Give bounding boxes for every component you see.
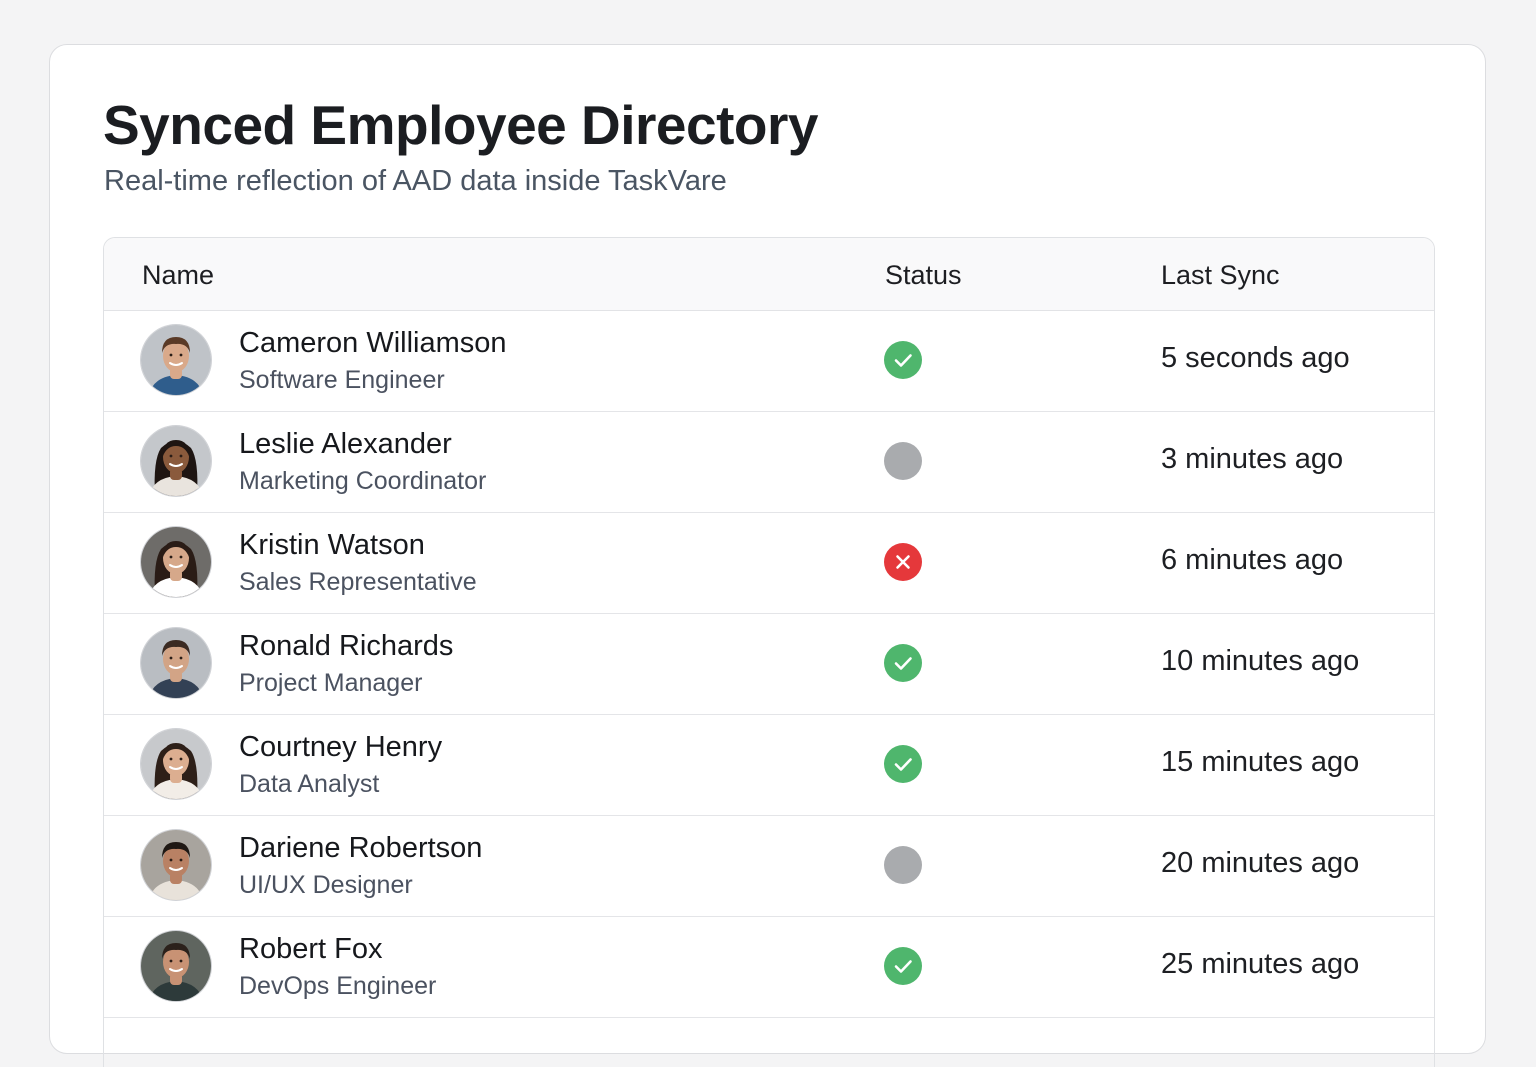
employee-table: Name Status Last Sync Cameron Williamson… — [103, 237, 1435, 1067]
last-sync-time: 15 minutes ago — [1161, 746, 1360, 778]
employee-name[interactable]: Cameron Williamson — [239, 327, 507, 360]
page-subtitle: Real-time reflection of AAD data inside … — [104, 165, 727, 197]
table-row[interactable]: Ronald Richards Project Manager 10 minutes… — [104, 614, 1434, 715]
last-sync-time: 5 seconds ago — [1161, 342, 1350, 374]
avatar — [141, 931, 211, 1001]
avatar — [141, 527, 211, 597]
employee-name[interactable]: Kristin Watson — [239, 529, 425, 562]
check-icon — [894, 354, 912, 367]
avatar — [141, 426, 211, 496]
employee-name[interactable]: Robert Fox — [239, 933, 382, 966]
close-icon — [896, 555, 910, 569]
table-row[interactable]: Leslie Alexander Marketing Coordinator 3 m… — [104, 412, 1434, 513]
avatar — [141, 628, 211, 698]
avatar — [141, 729, 211, 799]
table-row[interactable]: Dariene Robertson UI/UX Designer 20 minute… — [104, 816, 1434, 917]
last-sync-time: 3 minutes ago — [1161, 443, 1344, 475]
table-body: Cameron Williamson Software Engineer 5 sec… — [104, 311, 1434, 1018]
directory-card: Synced Employee Directory Real-time refl… — [49, 44, 1486, 1067]
check-icon — [894, 960, 912, 973]
table-header: Name Status Last Sync — [104, 238, 1434, 311]
check-icon — [894, 657, 912, 670]
employee-name[interactable]: Courtney Henry — [239, 731, 442, 764]
status-success-badge — [884, 644, 922, 682]
employee-role: Software Engineer — [239, 366, 445, 394]
employee-name[interactable]: Dariene Robertson — [239, 832, 482, 865]
status-success-badge — [884, 341, 922, 379]
column-header-name[interactable]: Name — [142, 260, 214, 291]
employee-role: UI/UX Designer — [239, 871, 413, 899]
status-success-badge — [884, 947, 922, 985]
column-header-last-sync[interactable]: Last Sync — [1161, 260, 1280, 291]
employee-role: Project Manager — [239, 669, 423, 697]
last-sync-time: 20 minutes ago — [1161, 847, 1360, 879]
table-row[interactable]: Courtney Henry Data Analyst 15 minutes ago — [104, 715, 1434, 816]
last-sync-time: 10 minutes ago — [1161, 645, 1360, 677]
status-success-badge — [884, 745, 922, 783]
page-title: Synced Employee Directory — [103, 94, 819, 156]
status-error-badge — [884, 543, 922, 581]
employee-name[interactable]: Ronald Richards — [239, 630, 453, 663]
avatar — [141, 325, 211, 395]
employee-name[interactable]: Leslie Alexander — [239, 428, 452, 461]
table-row[interactable]: Kristin Watson Sales Representative 6 minu… — [104, 513, 1434, 614]
employee-role: Data Analyst — [239, 770, 380, 798]
employee-role: DevOps Engineer — [239, 972, 437, 1000]
employee-role: Sales Representative — [239, 568, 477, 596]
check-icon — [894, 758, 912, 771]
employee-role: Marketing Coordinator — [239, 467, 487, 495]
status-pending-dot — [884, 846, 922, 884]
status-pending-dot — [884, 442, 922, 480]
column-header-status[interactable]: Status — [885, 260, 962, 291]
table-row[interactable]: Robert Fox DevOps Engineer 25 minutes ago — [104, 917, 1434, 1018]
table-row[interactable]: Cameron Williamson Software Engineer 5 sec… — [104, 311, 1434, 412]
last-sync-time: 25 minutes ago — [1161, 948, 1360, 980]
avatar — [141, 830, 211, 900]
last-sync-time: 6 minutes ago — [1161, 544, 1344, 576]
